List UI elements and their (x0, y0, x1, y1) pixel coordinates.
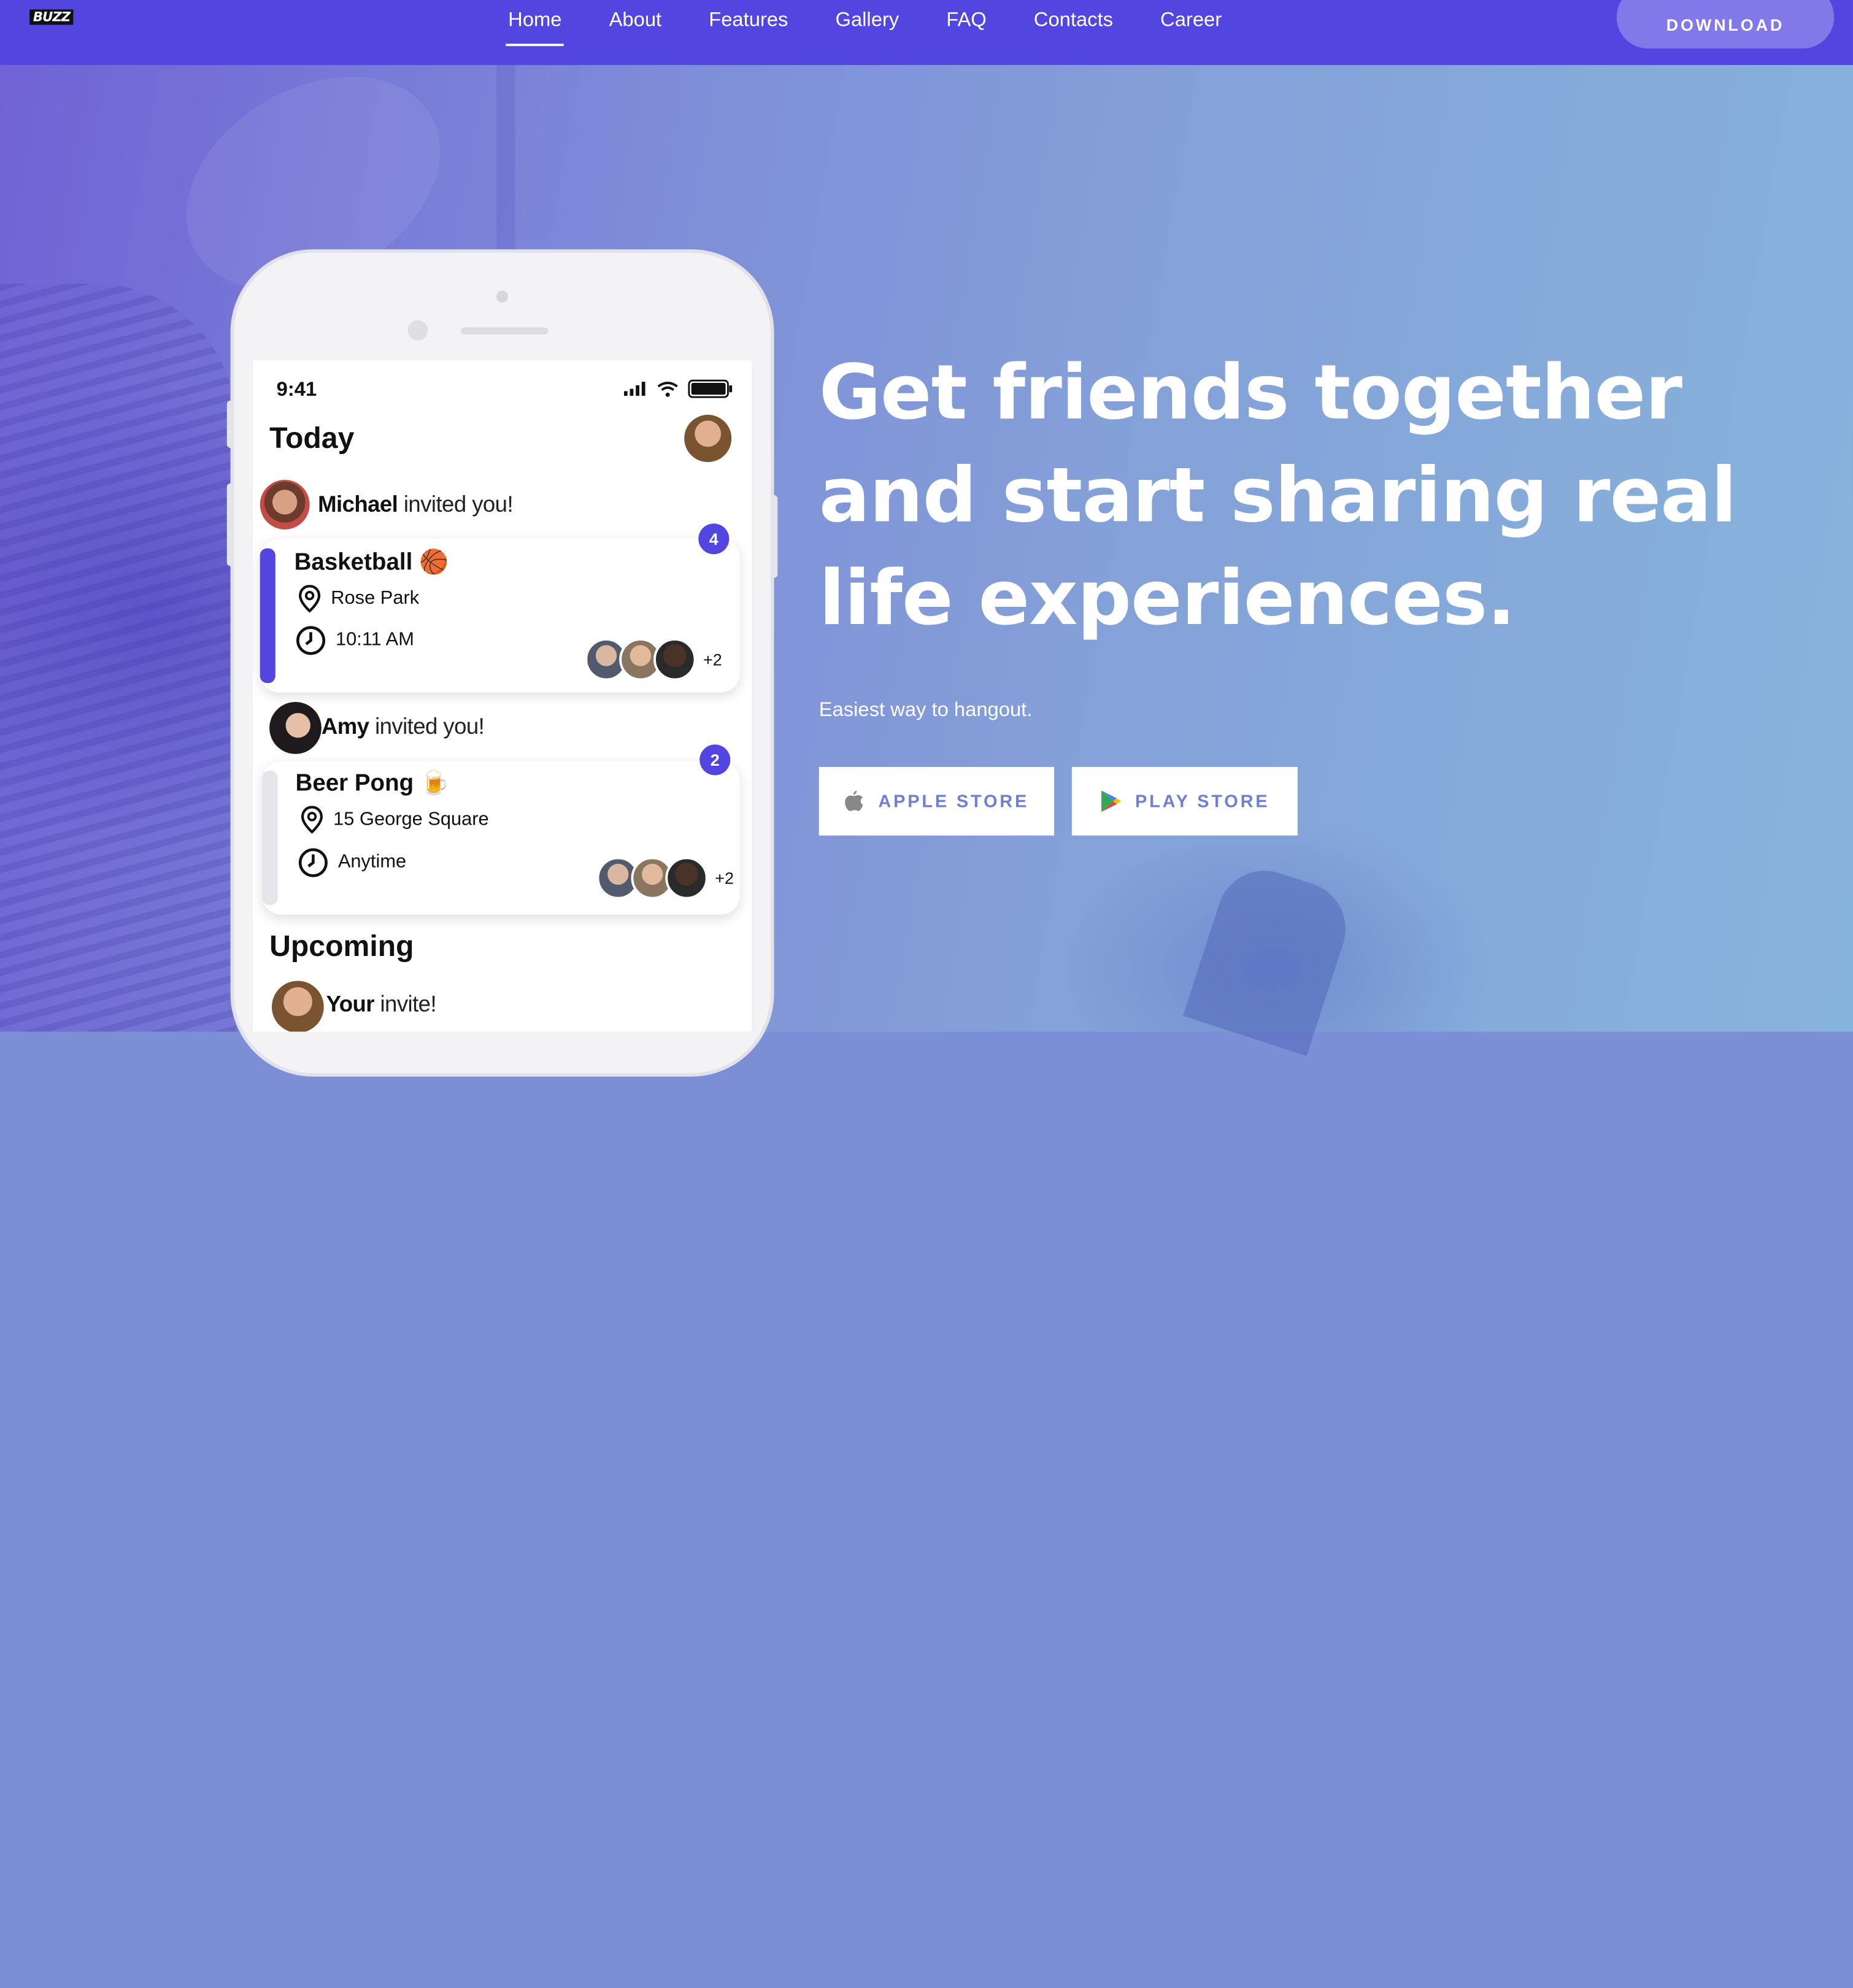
inviter-name: Michael (318, 493, 398, 518)
play-store-button[interactable]: PLAY STORE (1071, 766, 1298, 836)
battery-icon (688, 379, 733, 398)
apple-store-label: APPLE STORE (878, 791, 1030, 812)
extra-attendees-count: +2 (703, 650, 722, 669)
invite-label: invited you! (369, 715, 485, 740)
upcoming-heading: Upcoming (269, 930, 414, 963)
event-time-row: Anytime (298, 847, 406, 878)
plant-decoration (0, 283, 237, 1032)
nav-link-home[interactable]: Home (485, 0, 585, 65)
attendee-avatar (665, 857, 708, 900)
invite-text-yours: Your invite! (326, 992, 437, 1019)
apple-store-button[interactable]: APPLE STORE (819, 766, 1054, 836)
play-store-icon (1101, 790, 1120, 812)
headline-line: life experiences. (819, 555, 1516, 643)
download-button[interactable]: DOWNLOAD (1616, 0, 1835, 48)
bottle-decoration (1183, 858, 1358, 1057)
event-title: Basketball 🏀 (295, 547, 449, 577)
location-pin-icon (299, 585, 321, 613)
inviter-name: Amy (321, 715, 369, 740)
signal-icon (623, 382, 645, 396)
hero-subline: Easiest way to hangout. (819, 698, 1033, 721)
nav-link-career[interactable]: Career (1137, 0, 1246, 65)
phone-side-button (770, 495, 778, 578)
phone-side-button (226, 400, 234, 448)
event-accent-bar (260, 548, 275, 684)
nav-link-about[interactable]: About (585, 0, 685, 65)
event-location-row: 15 George Square (300, 806, 489, 834)
nav-link-faq[interactable]: FAQ (923, 0, 1011, 65)
phone-sensor (496, 290, 509, 303)
invite-text-michael: Michael invited you! (318, 493, 514, 518)
notification-badge: 4 (698, 523, 730, 555)
event-location: 15 George Square (333, 809, 489, 830)
buzz-logo[interactable]: BUZZ (29, 9, 74, 25)
invite-text-amy: Amy invited you! (321, 715, 485, 741)
apple-icon (845, 790, 863, 811)
phone-speaker (461, 327, 549, 335)
event-location-row: Rose Park (298, 585, 419, 613)
event-card-beer-pong[interactable]: Beer Pong 🍺 15 George Square Anytime +2 (262, 761, 740, 915)
event-accent-bar (262, 770, 278, 906)
invite-label: invited you! (398, 493, 514, 518)
clock-icon (296, 626, 326, 655)
hero-headline: Get friends together and start sharing r… (819, 343, 1835, 652)
nav-link-features[interactable]: Features (685, 0, 812, 65)
amy-avatar[interactable] (269, 702, 322, 754)
your-avatar[interactable] (271, 981, 324, 1032)
notification-badge: 2 (699, 744, 731, 776)
event-card-basketball[interactable]: Basketball 🏀 Rose Park 10:11 AM +2 (260, 539, 740, 693)
beer-icon: 🍺 (420, 770, 450, 797)
event-name: Beer Pong (295, 770, 414, 797)
play-store-label: PLAY STORE (1135, 791, 1270, 812)
wifi-icon (657, 381, 678, 396)
top-navbar: BUZZ Home About Features Gallery FAQ Con… (0, 0, 1853, 65)
status-time: 9:41 (276, 378, 317, 401)
phone-side-button (226, 483, 234, 566)
today-heading: Today (269, 422, 355, 455)
event-time: Anytime (337, 852, 407, 873)
invite-label: invite! (374, 992, 437, 1018)
headline-line: Get friends together (819, 350, 1682, 437)
profile-avatar[interactable] (684, 415, 732, 463)
phone-screen: 9:41 Today Michael invited you! Basketba… (253, 360, 752, 1032)
nav-link-contacts[interactable]: Contacts (1010, 0, 1136, 65)
location-pin-icon (301, 806, 323, 834)
attendee-avatars: +2 (596, 857, 734, 900)
phone-camera (407, 320, 428, 341)
event-location: Rose Park (331, 588, 420, 609)
attendee-avatar (653, 638, 696, 681)
event-name: Basketball (294, 549, 413, 576)
nav-link-gallery[interactable]: Gallery (812, 0, 923, 65)
clock-icon (298, 848, 328, 877)
basketball-icon: 🏀 (419, 549, 449, 576)
event-time: 10:11 AM (335, 630, 414, 650)
extra-attendees-count: +2 (715, 868, 734, 888)
inviter-name: Your (326, 992, 375, 1018)
event-time-row: 10:11 AM (296, 625, 414, 656)
michael-avatar[interactable] (260, 479, 310, 530)
event-title: Beer Pong 🍺 (296, 768, 450, 798)
status-icons (623, 379, 733, 398)
attendee-avatars: +2 (585, 638, 722, 681)
nav-links: Home About Features Gallery FAQ Contacts… (485, 0, 1246, 65)
headline-line: and start sharing real (819, 452, 1737, 541)
